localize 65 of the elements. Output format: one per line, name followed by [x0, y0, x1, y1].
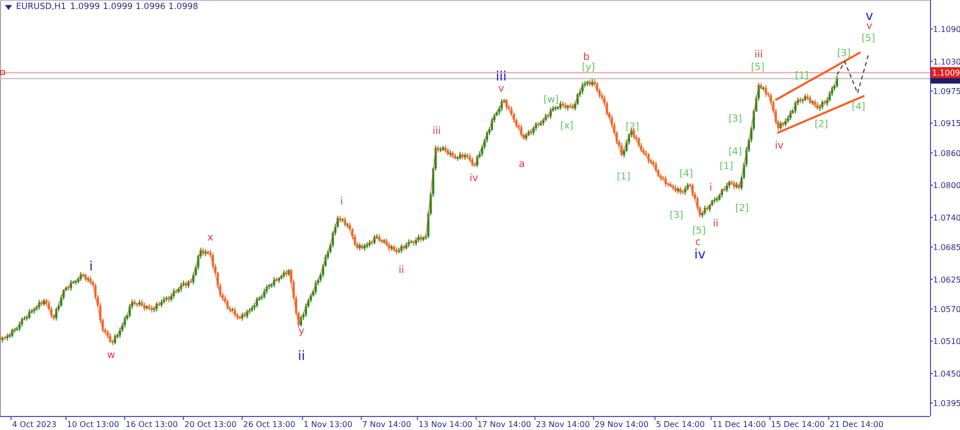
wave-label: [2] [814, 118, 828, 130]
wave-label: [2] [735, 202, 749, 214]
quote-value: 1.0999 [102, 2, 133, 12]
axis-label: 10 Oct 13:00 [66, 420, 120, 429]
wave-label: ii [298, 348, 306, 364]
axis-label: 20 Oct 13:00 [184, 420, 237, 429]
wave-label: [3] [670, 210, 684, 221]
axis-label: 23 Nov 14:00 [536, 420, 590, 429]
axis-label: 4 Oct 2023 [12, 420, 56, 429]
wave-label: [5] [862, 32, 876, 44]
axis-label: 29 Nov 14:00 [594, 420, 649, 429]
axis-label: 15 Dec 14:00 [770, 420, 825, 429]
wave-label: iv [469, 172, 478, 184]
wave-label: iv [774, 140, 784, 152]
wave-label: y [298, 326, 304, 338]
line-handle[interactable] [0, 70, 5, 76]
wave-label: w [107, 350, 116, 361]
axis-label: 1.0395 [933, 399, 960, 408]
axis-label: 17 Nov 14:00 [477, 420, 532, 429]
wave-label: a [518, 158, 525, 170]
wave-label: [1] [720, 160, 734, 172]
wave-label: iii [754, 50, 763, 61]
dropdown-icon[interactable] [5, 4, 12, 10]
wave-label: [1] [795, 70, 808, 82]
wave-label: [4] [728, 146, 742, 158]
axis-label: 1 Nov 13:00 [304, 420, 352, 429]
wave-label: c [695, 236, 701, 248]
wave-label: ii [398, 264, 404, 276]
wave-label: [5] [750, 62, 764, 73]
quote-value: 1.0998 [168, 2, 198, 12]
wave-label: [5] [692, 225, 706, 236]
wave-label: iv [694, 248, 706, 263]
wave-label: i [709, 182, 712, 194]
axis-label: 1.0685 [933, 243, 960, 252]
axis-label: 7 Nov 14:00 [362, 420, 412, 429]
axis-label: 1.0915 [933, 119, 960, 128]
axis-label: 16 Oct 13:00 [126, 420, 178, 429]
wave-label: x [207, 232, 214, 244]
wave-label: b [583, 52, 590, 63]
wave-label: i [89, 259, 93, 274]
axis-label: 26 Oct 13:00 [243, 420, 296, 429]
axis-label: 1.0975 [933, 86, 960, 96]
quote-value: 1.0996 [136, 2, 166, 12]
wave-label: [1] [616, 172, 630, 183]
wave-label: [3] [837, 48, 851, 59]
axis-label: 1.0625 [933, 275, 960, 284]
wave-label: iii [496, 70, 507, 85]
wave-label: v [498, 84, 504, 95]
axis-label: 5 Dec 14:00 [656, 420, 705, 429]
axis-label: 21 Dec 14:00 [830, 420, 884, 429]
axis-label: 13 Nov 14:00 [418, 420, 472, 429]
wave-label: [4] [680, 168, 693, 180]
wave-label: [2] [626, 122, 640, 133]
wave-label: iii [432, 126, 441, 138]
wave-label: ii [712, 218, 718, 230]
axis-label: 11 Dec 14:00 [712, 420, 766, 429]
wave-label: [4] [852, 102, 866, 113]
wave-label: [w] [544, 94, 559, 106]
quote-value: 1.0999 [70, 2, 100, 12]
wave-label: i [340, 196, 344, 208]
wave-label: [3] [728, 114, 742, 125]
wave-label: [x] [560, 120, 574, 132]
price-label: 1.1009 [931, 67, 960, 78]
symbol-label: EURUSD,H1 [16, 2, 66, 12]
wave-label: [y] [582, 62, 595, 73]
